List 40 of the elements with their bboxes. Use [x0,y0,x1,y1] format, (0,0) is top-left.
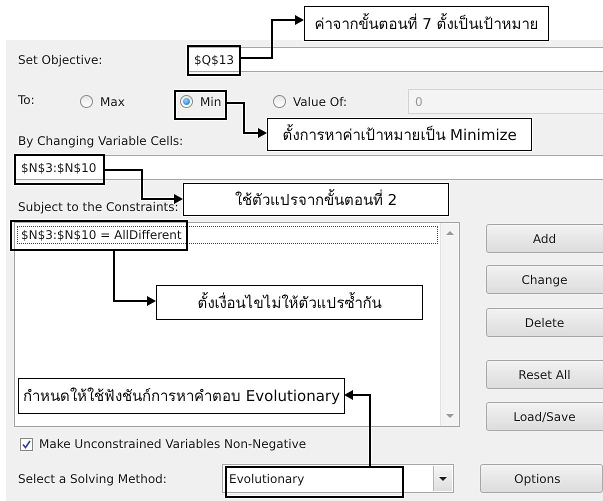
constraint-item[interactable]: $N$3:$N$10 = AllDifferent [17,226,438,244]
constraints-label: Subject to the Constraints: [18,200,179,216]
scroll-down-icon[interactable] [446,414,454,418]
load-save-button[interactable]: Load/Save [486,402,603,431]
delete-button[interactable]: Delete [486,308,603,337]
radio-option[interactable]: Value Of: [273,94,408,108]
callout-note: ใช้ตัวแปรจากขั้นตอนที่ 2 [183,183,449,216]
dropdown-value: Evolutionary [228,472,304,486]
callout-note: ตั้งเงื่อนไขไม่ให้ตัวแปรซ้ำกัน [156,285,423,320]
callout-arrow [241,15,304,59]
variables-label: By Changing Variable Cells: [18,134,184,150]
radio-button[interactable] [80,95,93,108]
callout-note: ค่าจากขั้นตอนที่ 7 ตั้งเป็นเป้าหมาย [304,6,549,41]
checkbox-label: Make Unconstrained Variables Non-Negative [39,437,306,451]
scroll-up-icon[interactable] [446,231,454,235]
callout-arrow [113,251,156,306]
callout-note: กำหนดให้ใช้ฟังชันก์การหาคำตอบ Evolutionary [18,378,345,414]
callout-arrow [227,102,267,138]
radio-label: Max [100,94,125,108]
method-dropdown[interactable]: Evolutionary [222,464,454,493]
objective-label: Set Objective: [18,52,104,66]
change-button[interactable]: Change [486,265,603,294]
scrollbar[interactable] [440,223,459,426]
radio-label: Min [200,94,222,108]
options-button[interactable]: Options [480,464,603,493]
to-label: To: [18,93,36,107]
highlight-frame [187,45,241,76]
reset-all-button[interactable]: Reset All [486,360,603,389]
highlight-frame [174,90,227,120]
method-label: Select a Solving Method: [18,472,168,486]
add-button[interactable]: Add [486,224,603,253]
variables-field[interactable]: $N$3:$N$10 [14,155,603,180]
objective-field[interactable]: $Q$13 [187,47,603,72]
radio-button[interactable] [180,95,193,108]
radio-label: Value Of: [293,94,348,108]
radio-option[interactable]: Min [180,94,273,108]
checkbox[interactable] [20,438,33,450]
callout-note: ตั้งการหาค่าเป้าหมายเป็น Minimize [267,118,532,151]
radio-button[interactable] [273,95,286,108]
radio-option[interactable]: Max [80,94,180,108]
